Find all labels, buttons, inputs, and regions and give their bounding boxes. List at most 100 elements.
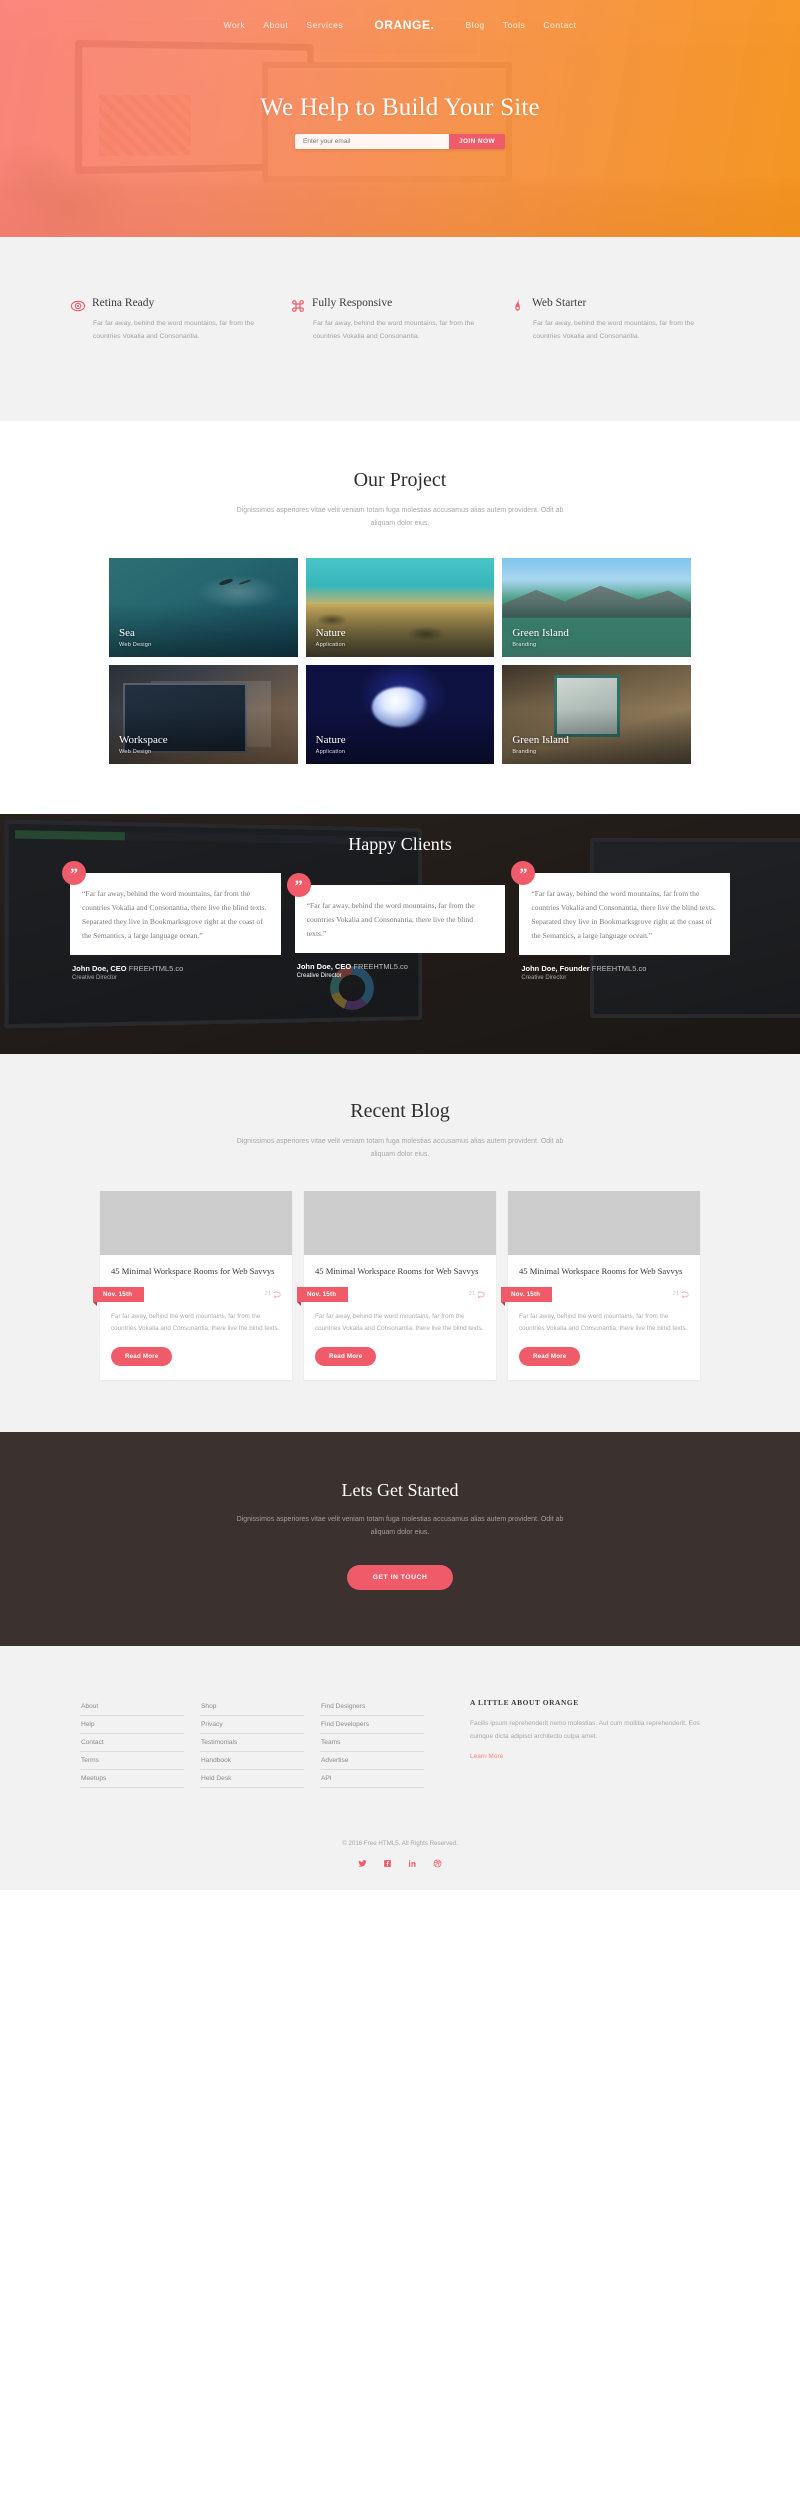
footer-link-contact[interactable]: Contact bbox=[80, 1734, 184, 1751]
footer-column-1: About Help Contact Terms Meetups bbox=[80, 1698, 184, 1789]
feature-text: Far far away, behind the word mountains,… bbox=[313, 320, 475, 340]
nav-item-services[interactable]: Services bbox=[297, 20, 352, 30]
footer-link-find-developers[interactable]: Find Developers bbox=[320, 1716, 424, 1733]
footer-link-item: Meetups bbox=[80, 1770, 184, 1789]
testimonial-quote: “Far far away, behind the word mountains… bbox=[306, 900, 475, 938]
footer-link-about[interactable]: About bbox=[80, 1698, 184, 1715]
project-name: Nature bbox=[315, 733, 346, 746]
comment-icon bbox=[478, 1291, 485, 1298]
footer-link-find-designers[interactable]: Find Designers bbox=[320, 1698, 424, 1715]
nav-item-about[interactable]: About bbox=[254, 20, 297, 30]
nav-item-work[interactable]: Work bbox=[214, 20, 254, 30]
blog-section: Recent Blog Dignissimos asperiores vitae… bbox=[0, 1053, 800, 1432]
blog-card[interactable]: 45 Minimal Workspace Rooms for Web Savvy… bbox=[297, 1191, 496, 1380]
project-card-sea[interactable]: Sea Web Design bbox=[109, 557, 298, 657]
footer-link-item: Find Developers bbox=[320, 1716, 424, 1735]
project-category: Application bbox=[315, 748, 346, 755]
testimonial-author-role: Creative Director bbox=[72, 974, 118, 981]
nav-item-contact[interactable]: Contact bbox=[534, 20, 585, 30]
read-more-button[interactable]: Read More bbox=[519, 1346, 581, 1366]
footer-about: A LITTLE ABOUT ORANGE Facilis ipsum repr… bbox=[440, 1698, 720, 1788]
learn-more-link[interactable]: Learn More bbox=[470, 1753, 503, 1760]
get-in-touch-button[interactable]: GET IN TOUCH bbox=[346, 1565, 454, 1591]
blog-excerpt: Far far away, behind the word mountains,… bbox=[315, 1312, 484, 1332]
footer-link-handbook[interactable]: Handbook bbox=[200, 1752, 304, 1769]
testimonials-section: Happy Clients ” “Far far away, behind th… bbox=[0, 813, 800, 1054]
footer-link-meetups[interactable]: Meetups bbox=[80, 1770, 184, 1787]
footer-link-advertise[interactable]: Advertise bbox=[320, 1752, 424, 1769]
brand-logo[interactable]: ORANGE. bbox=[352, 18, 456, 32]
footer-link-shop[interactable]: Shop bbox=[200, 1698, 304, 1715]
nav-item-tools[interactable]: Tools bbox=[494, 20, 535, 30]
project-category: Web Design bbox=[119, 748, 152, 755]
blog-title: Recent Blog bbox=[350, 1099, 450, 1122]
cta-title: Lets Get Started bbox=[341, 1479, 459, 1500]
nav-item-blog[interactable]: Blog bbox=[457, 20, 494, 30]
projects-subtitle: Dignissimos asperiores vitae velit venia… bbox=[236, 507, 564, 528]
projects-title: Our Project bbox=[353, 469, 447, 492]
quote-icon: ” bbox=[62, 860, 86, 885]
testimonials-title: Happy Clients bbox=[348, 833, 452, 854]
footer-link-item: Help bbox=[80, 1716, 184, 1735]
hero-section: Work About Services ORANGE. Blog Tools C… bbox=[0, 0, 800, 237]
feature-title: Web Starter bbox=[532, 297, 587, 309]
blog-card[interactable]: 45 Minimal Workspace Rooms for Web Savvy… bbox=[93, 1191, 292, 1380]
testimonial-author-name: John Doe, Founder bbox=[521, 963, 590, 973]
footer-link-item: API bbox=[320, 1770, 424, 1789]
project-name: Workspace bbox=[119, 733, 168, 746]
footer-link-item: Terms bbox=[80, 1752, 184, 1771]
blog-date-badge: Nov. 15th bbox=[501, 1286, 553, 1306]
read-more-button[interactable]: Read More bbox=[111, 1346, 173, 1366]
testimonial-1: ” “Far far away, behind the word mountai… bbox=[62, 860, 281, 981]
footer-link-item: Privacy bbox=[200, 1716, 304, 1735]
project-card-nature-1[interactable]: Nature Application bbox=[305, 557, 495, 657]
testimonial-author: John Doe, CEO FREEHTML5.co bbox=[297, 962, 506, 971]
footer-link-terms[interactable]: Terms bbox=[80, 1752, 184, 1769]
footer-column-2: Shop Privacy Testimonials Handbook Held … bbox=[200, 1698, 304, 1789]
footer-link-api[interactable]: API bbox=[320, 1770, 424, 1787]
newsletter-form: JOIN NOW bbox=[295, 134, 505, 149]
comment-icon bbox=[682, 1291, 689, 1298]
testimonial-3: ” “Far far away, behind the word mountai… bbox=[511, 860, 731, 981]
feature-fully-responsive: Fully Responsive Far far away, behind th… bbox=[290, 297, 510, 343]
footer-link-item: Teams bbox=[320, 1734, 424, 1753]
footer-link-item: Testimonials bbox=[200, 1734, 304, 1753]
footer-link-item: Find Designers bbox=[320, 1698, 424, 1717]
join-now-button[interactable]: JOIN NOW bbox=[448, 134, 505, 149]
landing-page: Work About Services ORANGE. Blog Tools C… bbox=[0, 0, 800, 1891]
blog-comments: 21 bbox=[265, 1291, 281, 1298]
project-name: Green Island bbox=[512, 733, 569, 746]
footer-link-testimonials[interactable]: Testimonials bbox=[200, 1734, 304, 1751]
linkedin-icon[interactable] bbox=[408, 1859, 417, 1868]
dribbble-icon[interactable] bbox=[433, 1859, 442, 1868]
footer-column-3: Find Designers Find Developers Teams Adv… bbox=[320, 1698, 424, 1789]
quote-icon: ” bbox=[511, 860, 536, 885]
read-more-button[interactable]: Read More bbox=[315, 1346, 377, 1366]
blog-subtitle: Dignissimos asperiores vitae velit venia… bbox=[236, 1137, 564, 1159]
projects-grid: Sea Web Design Nature Application Green … bbox=[109, 557, 691, 764]
social-links bbox=[0, 1859, 800, 1868]
footer-link-held-desk[interactable]: Held Desk bbox=[200, 1770, 304, 1787]
project-card-green-island-2[interactable]: Green Island Branding bbox=[502, 664, 691, 764]
feature-retina-ready: Retina Ready Far far away, behind the wo… bbox=[70, 297, 290, 343]
project-card-nature-2[interactable]: Nature Application bbox=[305, 664, 495, 764]
footer-link-teams[interactable]: Teams bbox=[320, 1734, 424, 1751]
footer-link-privacy[interactable]: Privacy bbox=[200, 1716, 304, 1733]
facebook-icon[interactable] bbox=[383, 1859, 392, 1868]
project-card-workspace[interactable]: Workspace Web Design bbox=[109, 664, 298, 764]
blog-thumbnail bbox=[304, 1191, 496, 1256]
blog-post-title: 45 Minimal Workspace Rooms for Web Savvy… bbox=[111, 1266, 275, 1277]
footer-link-help[interactable]: Help bbox=[80, 1716, 184, 1733]
testimonial-author-company: FREEHTML5.co bbox=[353, 961, 408, 971]
footer-link-item: Held Desk bbox=[200, 1770, 304, 1789]
blog-card[interactable]: 45 Minimal Workspace Rooms for Web Savvy… bbox=[501, 1191, 700, 1380]
footer-about-text: Facilis ipsum reprehenderit nemo molesti… bbox=[470, 1720, 700, 1741]
testimonials-row: ” “Far far away, behind the word mountai… bbox=[62, 860, 731, 981]
email-input[interactable] bbox=[295, 134, 449, 149]
testimonial-author-role: Creative Director bbox=[296, 972, 342, 979]
blog-comment-count: 21 bbox=[672, 1291, 679, 1298]
project-card-green-island-1[interactable]: Green Island Branding bbox=[502, 557, 691, 657]
feature-web-starter: Web Starter Far far away, behind the wor… bbox=[510, 297, 730, 343]
project-category: Application bbox=[315, 641, 346, 648]
twitter-icon[interactable] bbox=[358, 1859, 367, 1868]
